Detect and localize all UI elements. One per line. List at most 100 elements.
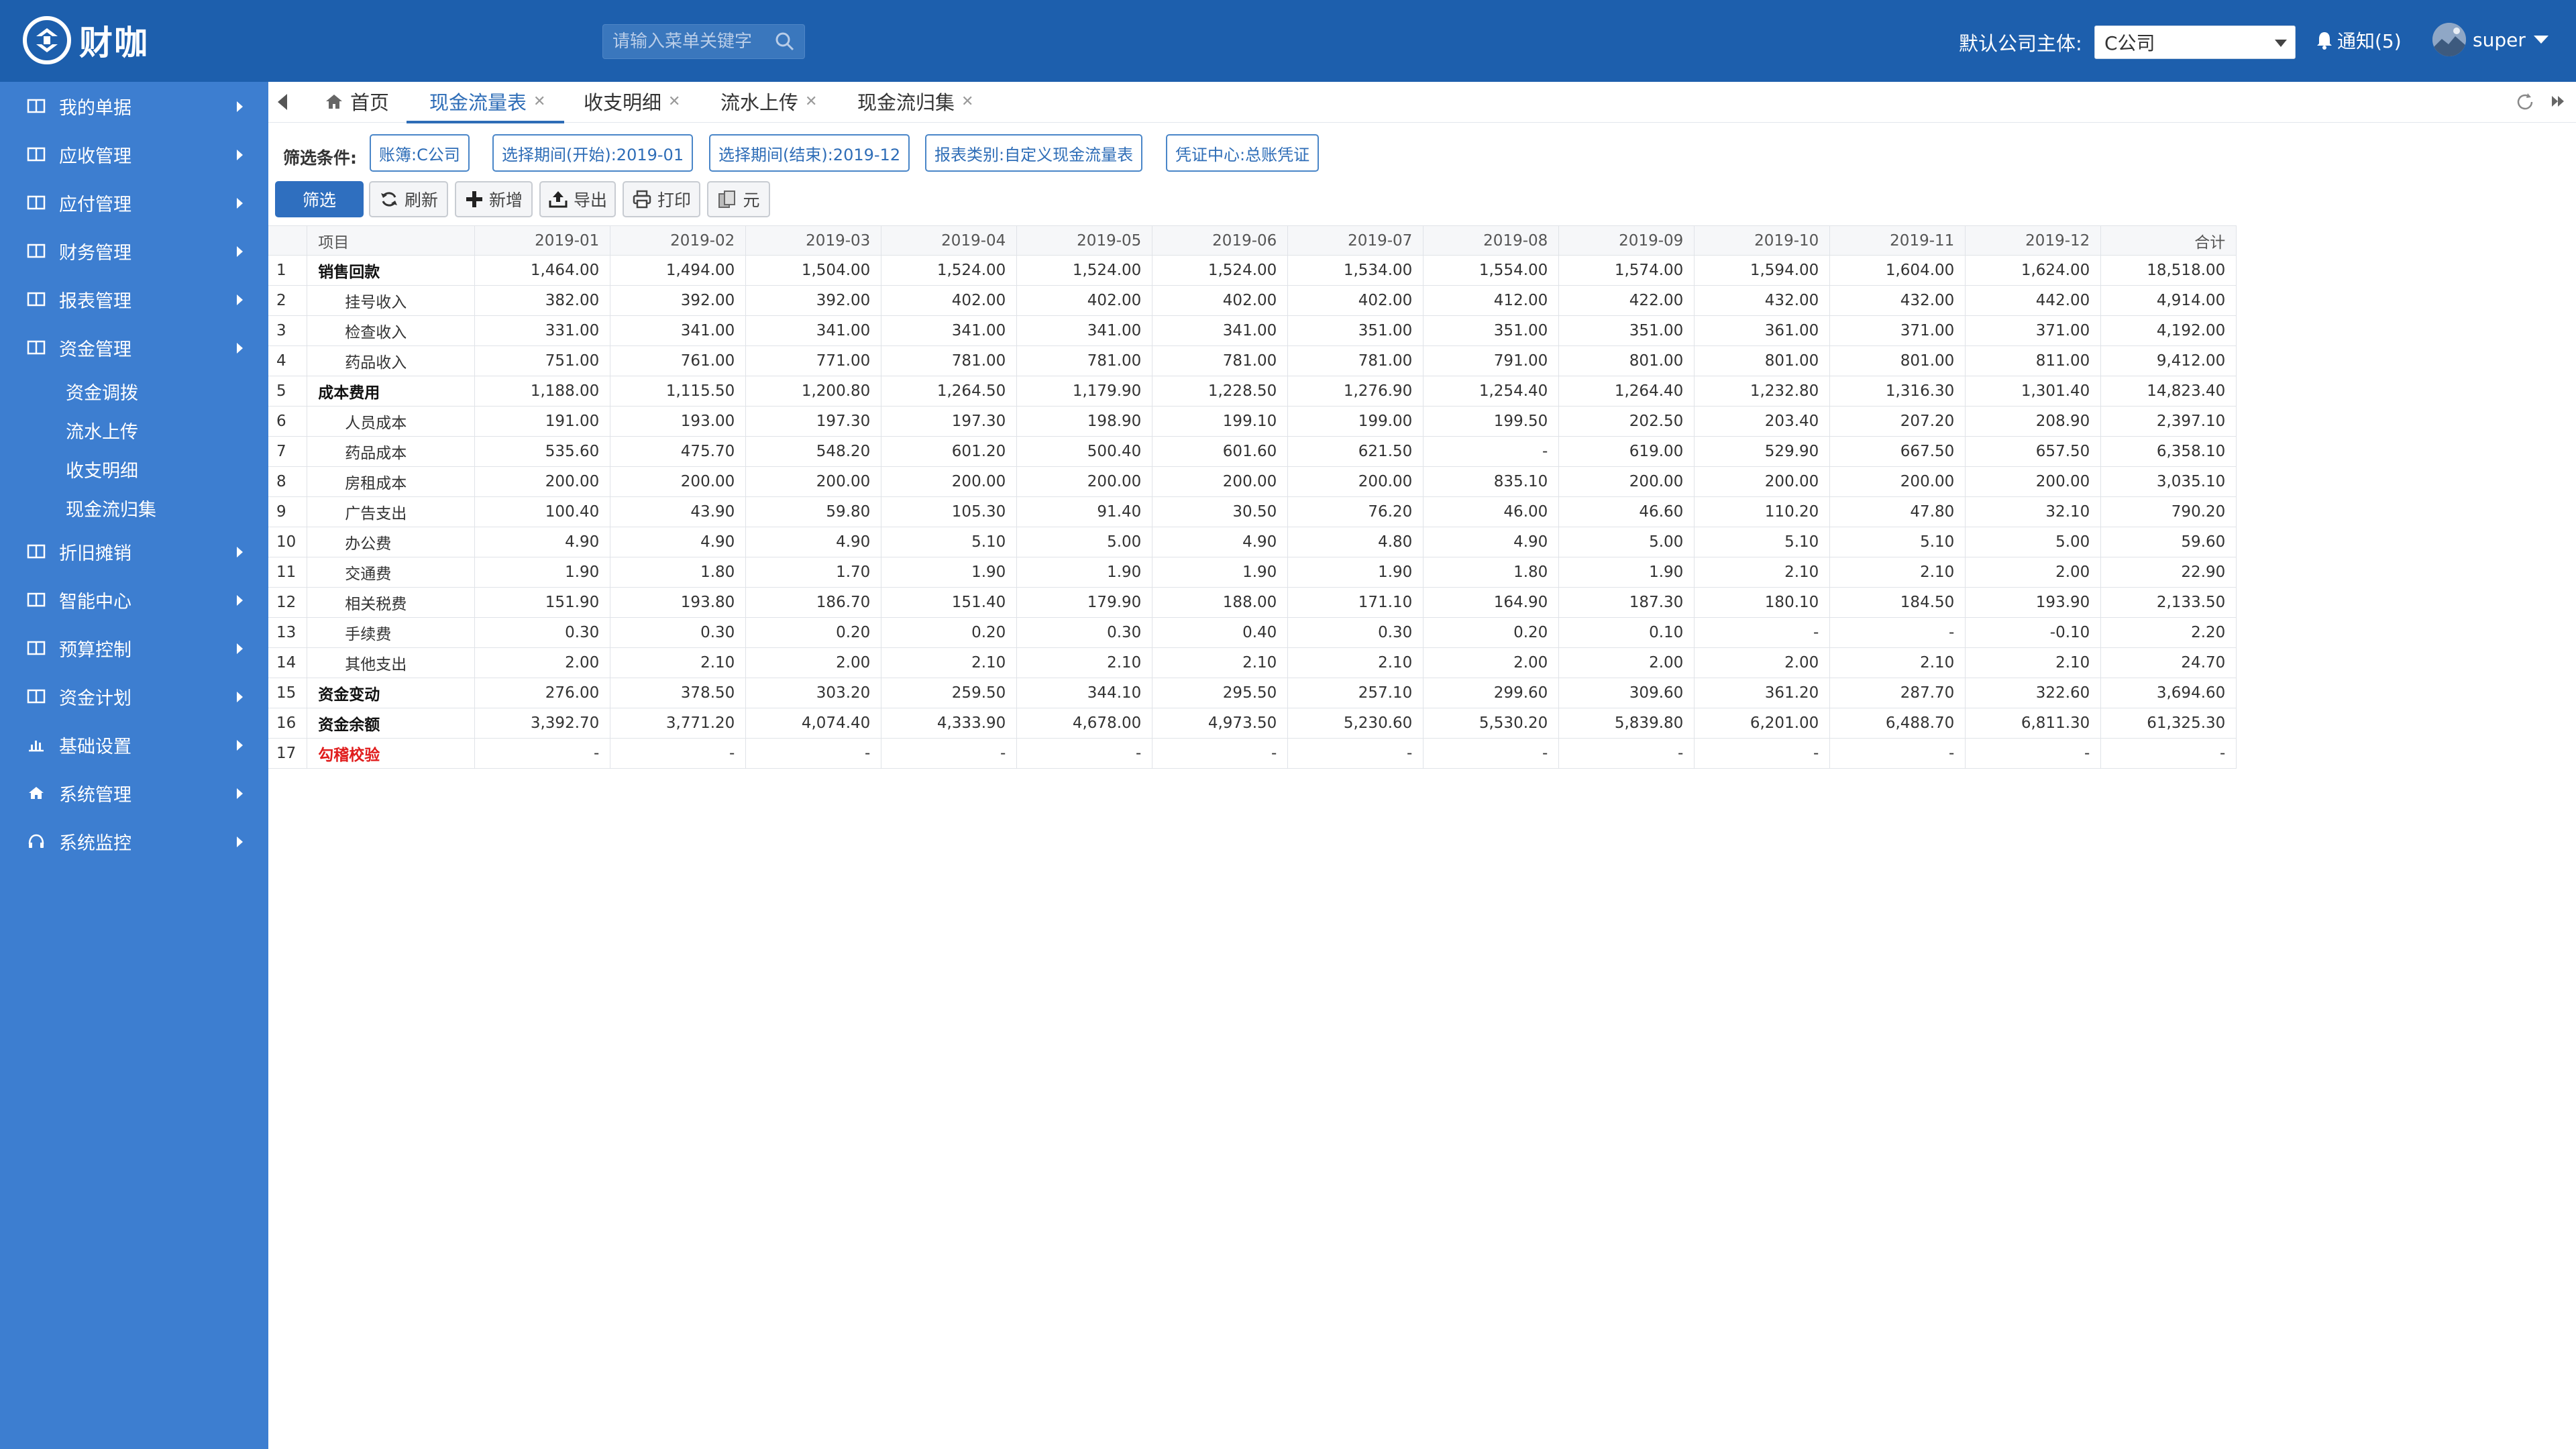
sidebar-item-system-monitor[interactable]: 系统监控 xyxy=(0,817,268,865)
row-value-cell[interactable]: 1,301.40 xyxy=(1965,376,2102,407)
add-button[interactable]: 新增 xyxy=(455,181,533,217)
table-row[interactable]: 1 销售回款 1,464.00 1,494.00 1,504.00 1,524.00 1,5… xyxy=(268,255,2237,286)
row-value-cell[interactable]: 259.50 xyxy=(881,678,1018,708)
column-header[interactable]: 2019-08 xyxy=(1423,225,1560,256)
row-value-cell[interactable]: 5.10 xyxy=(1694,527,1831,557)
row-value-cell[interactable]: 1,115.50 xyxy=(610,376,747,407)
row-value-cell[interactable]: 287.70 xyxy=(1829,678,1966,708)
row-value-cell[interactable]: 197.30 xyxy=(745,406,882,437)
tab-cashflow-statement[interactable]: 现金流量表 ✕ xyxy=(407,82,565,123)
row-value-cell[interactable]: 1,494.00 xyxy=(610,255,747,286)
row-value-cell[interactable]: 1.90 xyxy=(1016,557,1153,588)
row-total-cell[interactable]: 6,358.10 xyxy=(2100,436,2237,467)
row-value-cell[interactable]: 781.00 xyxy=(1016,345,1153,376)
row-value-cell[interactable]: 835.10 xyxy=(1423,466,1560,497)
row-value-cell[interactable]: 43.90 xyxy=(610,496,747,527)
row-value-cell[interactable]: 402.00 xyxy=(1016,285,1153,316)
row-value-cell[interactable]: 5.00 xyxy=(1558,527,1695,557)
column-header[interactable]: 2019-05 xyxy=(1016,225,1153,256)
row-value-cell[interactable]: 1,464.00 xyxy=(474,255,611,286)
menu-search[interactable] xyxy=(602,24,805,59)
row-value-cell[interactable]: 432.00 xyxy=(1829,285,1966,316)
row-value-cell[interactable]: 151.90 xyxy=(474,587,611,618)
sidebar-item-depreciation[interactable]: 折旧摊销 xyxy=(0,527,268,576)
row-value-cell[interactable]: 5,839.80 xyxy=(1558,708,1695,739)
row-value-cell[interactable]: - xyxy=(610,738,747,769)
row-value-cell[interactable]: 811.00 xyxy=(1965,345,2102,376)
row-value-cell[interactable]: 791.00 xyxy=(1423,345,1560,376)
row-value-cell[interactable]: 5.00 xyxy=(1016,527,1153,557)
row-value-cell[interactable]: 164.90 xyxy=(1423,587,1560,618)
row-value-cell[interactable]: 200.00 xyxy=(745,466,882,497)
row-value-cell[interactable]: 341.00 xyxy=(610,315,747,346)
row-value-cell[interactable]: 193.00 xyxy=(610,406,747,437)
row-total-cell[interactable]: 9,412.00 xyxy=(2100,345,2237,376)
tab-income-expense[interactable]: 收支明细 ✕ xyxy=(584,82,680,121)
row-value-cell[interactable]: 412.00 xyxy=(1423,285,1560,316)
row-value-cell[interactable]: 1,504.00 xyxy=(745,255,882,286)
row-value-cell[interactable]: 341.00 xyxy=(1152,315,1289,346)
column-header[interactable]: 合计 xyxy=(2100,225,2237,256)
row-value-cell[interactable]: 188.00 xyxy=(1152,587,1289,618)
row-value-cell[interactable]: - xyxy=(1965,738,2102,769)
row-value-cell[interactable]: 4,333.90 xyxy=(881,708,1018,739)
row-value-cell[interactable]: 257.10 xyxy=(1287,678,1424,708)
table-row[interactable]: 5 成本费用 1,188.00 1,115.50 1,200.80 1,264.50 1,1… xyxy=(268,376,2237,407)
row-value-cell[interactable]: 0.20 xyxy=(1423,617,1560,648)
row-value-cell[interactable]: 601.60 xyxy=(1152,436,1289,467)
row-value-cell[interactable]: 2.10 xyxy=(1694,557,1831,588)
row-value-cell[interactable]: 1,264.40 xyxy=(1558,376,1695,407)
table-row[interactable]: 8 房租成本 200.00 200.00 200.00 200.00 200.00 200.0… xyxy=(268,466,2237,497)
row-value-cell[interactable]: 535.60 xyxy=(474,436,611,467)
row-value-cell[interactable]: 2.00 xyxy=(1965,557,2102,588)
row-value-cell[interactable]: 2.00 xyxy=(1423,647,1560,678)
row-value-cell[interactable]: 2.00 xyxy=(474,647,611,678)
row-total-cell[interactable]: 18,518.00 xyxy=(2100,255,2237,286)
table-row[interactable]: 15 资金变动 276.00 378.50 303.20 259.50 344.10 295.… xyxy=(268,678,2237,708)
company-select[interactable]: C公司 xyxy=(2094,25,2296,59)
table-row[interactable]: 10 办公费 4.90 4.90 4.90 5.10 5.00 4.90 4.80 4.90 5.0… xyxy=(268,527,2237,557)
sidebar-item-fund-plan[interactable]: 资金计划 xyxy=(0,672,268,720)
row-value-cell[interactable]: 200.00 xyxy=(1016,466,1153,497)
row-value-cell[interactable]: 2.10 xyxy=(1152,647,1289,678)
filter-chip-voucher-center[interactable]: 凭证中心:总账凭证 xyxy=(1166,134,1320,172)
row-value-cell[interactable]: 619.00 xyxy=(1558,436,1695,467)
row-value-cell[interactable]: 351.00 xyxy=(1287,315,1424,346)
column-header[interactable]: 2019-10 xyxy=(1694,225,1831,256)
row-value-cell[interactable]: 1,254.40 xyxy=(1423,376,1560,407)
row-value-cell[interactable]: 2.10 xyxy=(881,647,1018,678)
row-value-cell[interactable]: 198.90 xyxy=(1016,406,1153,437)
row-value-cell[interactable]: 801.00 xyxy=(1558,345,1695,376)
row-value-cell[interactable]: 402.00 xyxy=(1287,285,1424,316)
sidebar-item-receivables[interactable]: 应收管理 xyxy=(0,130,268,178)
row-value-cell[interactable]: 361.00 xyxy=(1694,315,1831,346)
sidebar-item-basic-settings[interactable]: 基础设置 xyxy=(0,720,268,769)
row-value-cell[interactable]: 276.00 xyxy=(474,678,611,708)
close-icon[interactable]: ✕ xyxy=(533,93,545,110)
row-value-cell[interactable]: 191.00 xyxy=(474,406,611,437)
row-value-cell[interactable]: 1,534.00 xyxy=(1287,255,1424,286)
row-value-cell[interactable]: 341.00 xyxy=(881,315,1018,346)
row-total-cell[interactable]: 790.20 xyxy=(2100,496,2237,527)
column-header[interactable]: 2019-01 xyxy=(474,225,611,256)
row-value-cell[interactable]: 4,074.40 xyxy=(745,708,882,739)
row-value-cell[interactable]: 1,524.00 xyxy=(881,255,1018,286)
close-icon[interactable]: ✕ xyxy=(961,93,973,110)
export-button[interactable]: 导出 xyxy=(539,181,616,217)
row-value-cell[interactable]: 32.10 xyxy=(1965,496,2102,527)
row-value-cell[interactable]: 76.20 xyxy=(1287,496,1424,527)
row-value-cell[interactable]: - xyxy=(1829,738,1966,769)
row-value-cell[interactable]: - xyxy=(1423,436,1560,467)
table-row[interactable]: 2 挂号收入 382.00 392.00 392.00 402.00 402.00 402.0… xyxy=(268,285,2237,316)
row-value-cell[interactable]: 4.80 xyxy=(1287,527,1424,557)
tab-scroll-left-icon[interactable] xyxy=(278,94,287,110)
row-value-cell[interactable]: 5.10 xyxy=(1829,527,1966,557)
row-value-cell[interactable]: 361.20 xyxy=(1694,678,1831,708)
column-header[interactable]: 2019-07 xyxy=(1287,225,1424,256)
table-row[interactable]: 11 交通费 1.90 1.80 1.70 1.90 1.90 1.90 1.90 1.80 1.9… xyxy=(268,557,2237,588)
tab-home[interactable]: 首页 xyxy=(325,82,389,121)
row-value-cell[interactable]: 1.90 xyxy=(1287,557,1424,588)
row-value-cell[interactable]: 402.00 xyxy=(881,285,1018,316)
row-value-cell[interactable]: 309.60 xyxy=(1558,678,1695,708)
row-value-cell[interactable]: 3,392.70 xyxy=(474,708,611,739)
